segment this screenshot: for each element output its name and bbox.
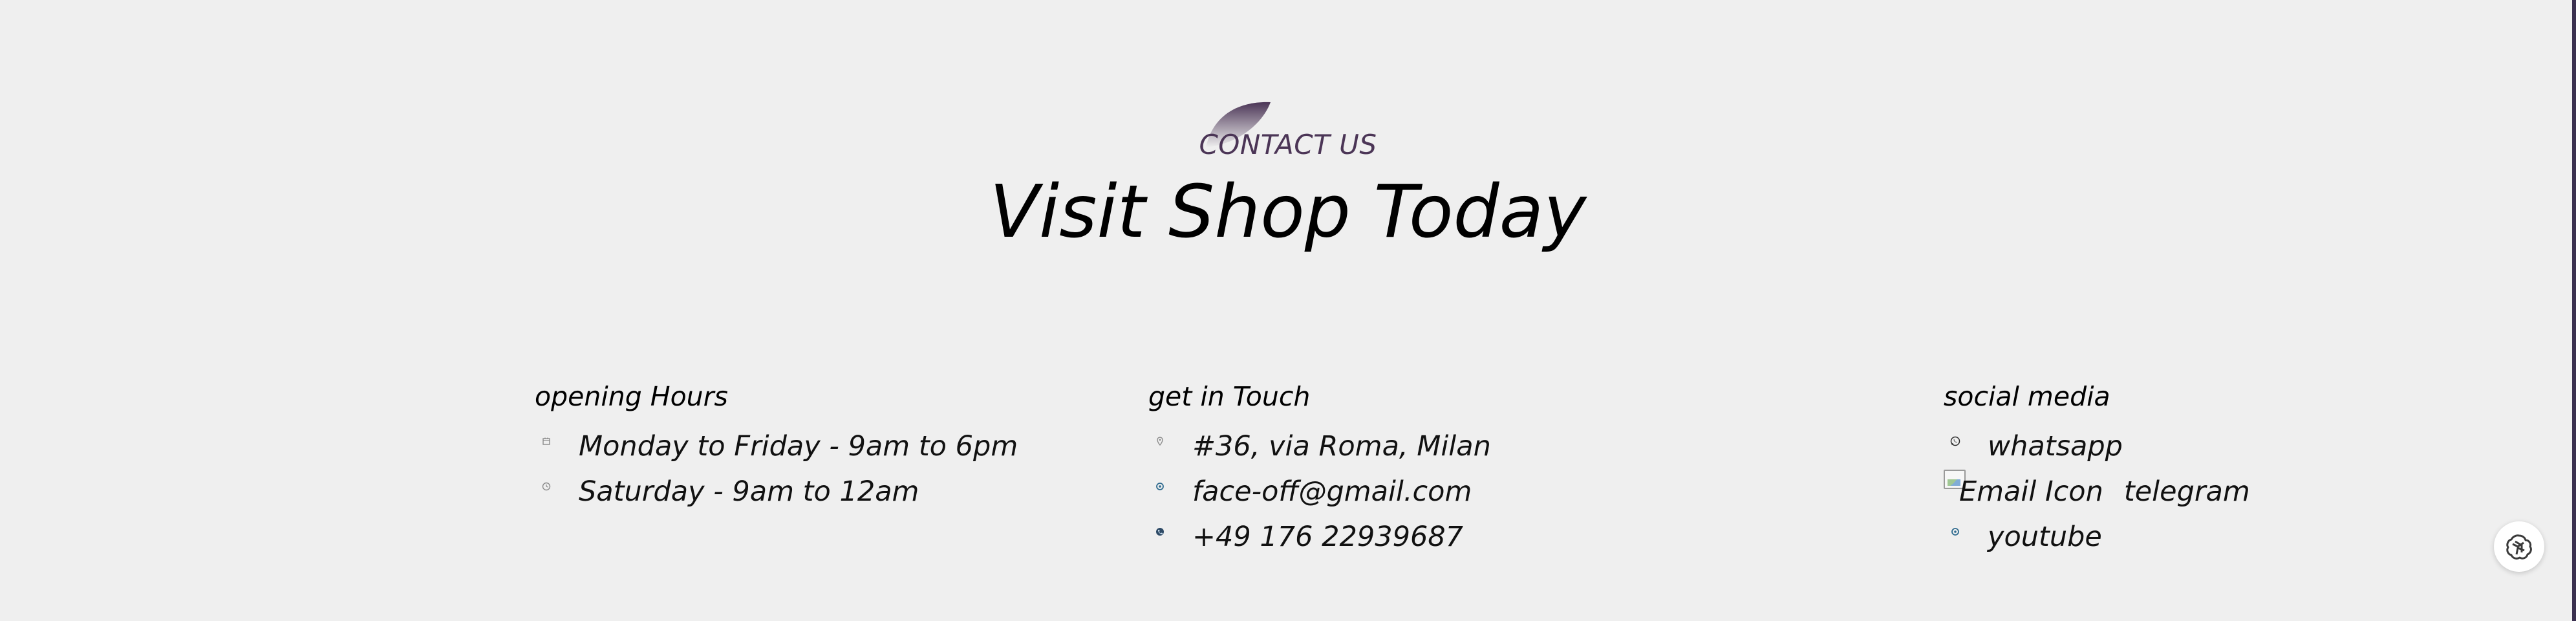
- calendar-icon: [535, 430, 558, 453]
- email-icon: [1148, 475, 1172, 498]
- social-media-heading: social media: [1944, 381, 2110, 412]
- telegram-link[interactable]: telegram: [2124, 474, 2250, 510]
- list-item[interactable]: +49 176 22939687: [1148, 514, 1491, 560]
- section-eyebrow: CONTACT US: [1199, 129, 1377, 160]
- contact-header: CONTACT US Visit Shop Today: [0, 0, 2576, 285]
- opening-hours-list: Monday to Friday - 9am to 6pm Saturday -…: [535, 424, 1018, 514]
- social-media-list: whatsapp Email Icon telegram youtube: [1944, 424, 2250, 560]
- whatsapp-link[interactable]: whatsapp: [1988, 428, 2123, 464]
- broken-image-icon: Email Icon: [1944, 470, 2103, 510]
- page-title: Visit Shop Today: [989, 170, 1587, 254]
- list-item: #36, via Roma, Milan: [1148, 424, 1491, 469]
- email-link[interactable]: face-off@gmail.com: [1192, 474, 1472, 510]
- get-in-touch-list: #36, via Roma, Milan face-off@gmail.com …: [1148, 424, 1491, 560]
- list-item[interactable]: whatsapp: [1944, 424, 2250, 469]
- opening-hours-heading: opening Hours: [535, 381, 728, 412]
- youtube-link[interactable]: youtube: [1988, 519, 2102, 555]
- list-item: Saturday - 9am to 12am: [535, 469, 1018, 514]
- list-item[interactable]: youtube: [1944, 514, 2250, 560]
- youtube-icon: [1944, 520, 1967, 543]
- assistant-logo-icon: [2506, 534, 2532, 560]
- get-in-touch-heading: get in Touch: [1148, 381, 1311, 412]
- whatsapp-icon: [1944, 430, 1967, 453]
- list-item[interactable]: Email Icon telegram: [1944, 469, 2250, 514]
- phone-icon: [1148, 520, 1172, 543]
- location-pin-icon: [1148, 430, 1172, 453]
- hours-saturday-text: Saturday - 9am to 12am: [579, 475, 919, 508]
- hours-weekdays-text: Monday to Friday - 9am to 6pm: [579, 430, 1018, 463]
- chat-assistant-button[interactable]: [2494, 521, 2544, 572]
- image-alt-text: Email Icon: [1959, 475, 2103, 508]
- get-in-touch-column: get in Touch #36, via Roma, Milan face-o…: [1148, 378, 1491, 560]
- opening-hours-column: opening Hours Monday to Friday - 9am to …: [535, 378, 1018, 514]
- social-media-column: social media whatsapp Email Icon telegra…: [1944, 378, 2250, 560]
- address-text: #36, via Roma, Milan: [1192, 430, 1491, 463]
- phone-link[interactable]: +49 176 22939687: [1192, 519, 1463, 555]
- clock-icon: [535, 475, 558, 498]
- list-item: Monday to Friday - 9am to 6pm: [535, 424, 1018, 469]
- list-item[interactable]: face-off@gmail.com: [1148, 469, 1491, 514]
